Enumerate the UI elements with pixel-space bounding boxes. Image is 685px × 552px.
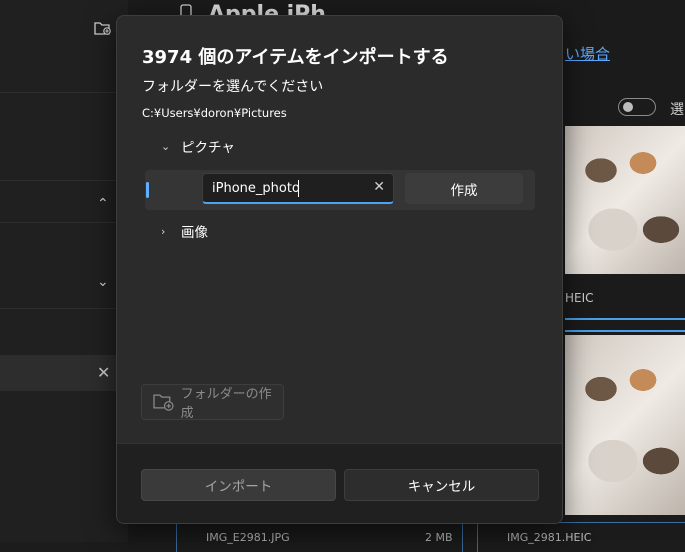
divider <box>0 180 128 181</box>
tree-item-images[interactable]: › 画像 <box>161 221 208 242</box>
toggle-label: 選 <box>670 102 684 118</box>
new-folder-button[interactable]: フォルダーの作成 <box>141 384 284 421</box>
import-dialog: 3974 個のアイテムをインポートする フォルダーを選んでください C:¥Use… <box>116 15 563 524</box>
text-caret <box>298 180 299 197</box>
selection-indicator <box>146 182 149 198</box>
toggle-switch[interactable] <box>618 98 656 116</box>
folder-path: C:¥Users¥doron¥Pictures <box>142 106 287 120</box>
chevron-down-icon[interactable]: ⌄ <box>161 140 181 153</box>
chevron-down-icon[interactable]: ⌄ <box>97 274 109 290</box>
tree-item-pictures[interactable]: ⌄ ピクチャ <box>161 136 235 157</box>
file-size: 2 MB <box>425 531 453 544</box>
file-card[interactable]: IMG_2981.HEIC <box>477 522 685 552</box>
tree-item-label: ピクチャ <box>181 140 235 156</box>
chevron-up-icon[interactable]: ⌃ <box>97 196 109 212</box>
selection-bar <box>565 318 685 332</box>
divider <box>0 92 128 93</box>
help-link[interactable]: い場合 <box>565 43 610 64</box>
photo-thumbnail[interactable] <box>565 335 685 515</box>
photo-thumbnail[interactable] <box>565 126 685 274</box>
divider <box>0 222 128 223</box>
folder-name-input[interactable] <box>212 179 362 197</box>
add-folder-icon[interactable] <box>94 20 112 40</box>
add-folder-icon <box>153 394 174 411</box>
dialog-title: 3974 個のアイテムをインポートする <box>142 47 449 68</box>
create-button[interactable]: 作成 <box>405 173 523 204</box>
photo-caption: HEIC <box>565 291 594 305</box>
sidebar-panel: ⌃ ⌄ ✕ <box>0 0 128 542</box>
folder-name-textbox[interactable]: ✕ <box>202 173 394 204</box>
chevron-right-icon[interactable]: › <box>161 225 181 238</box>
tree-item-label: 画像 <box>181 225 208 241</box>
import-button[interactable]: インポート <box>141 469 336 501</box>
close-icon[interactable]: ✕ <box>97 363 110 382</box>
new-folder-row: ✕ 作成 <box>145 170 535 210</box>
dialog-footer: インポート キャンセル <box>117 443 562 523</box>
divider <box>0 308 128 309</box>
file-name: IMG_E2981.JPG <box>206 531 290 544</box>
dialog-subtitle: フォルダーを選んでください <box>142 79 324 95</box>
new-folder-label: フォルダーの作成 <box>180 387 272 421</box>
cancel-button[interactable]: キャンセル <box>344 469 539 501</box>
clear-icon[interactable]: ✕ <box>373 179 385 195</box>
file-card[interactable]: IMG_E2981.JPG 2 MB <box>176 522 463 552</box>
file-name: IMG_2981.HEIC <box>507 531 592 544</box>
